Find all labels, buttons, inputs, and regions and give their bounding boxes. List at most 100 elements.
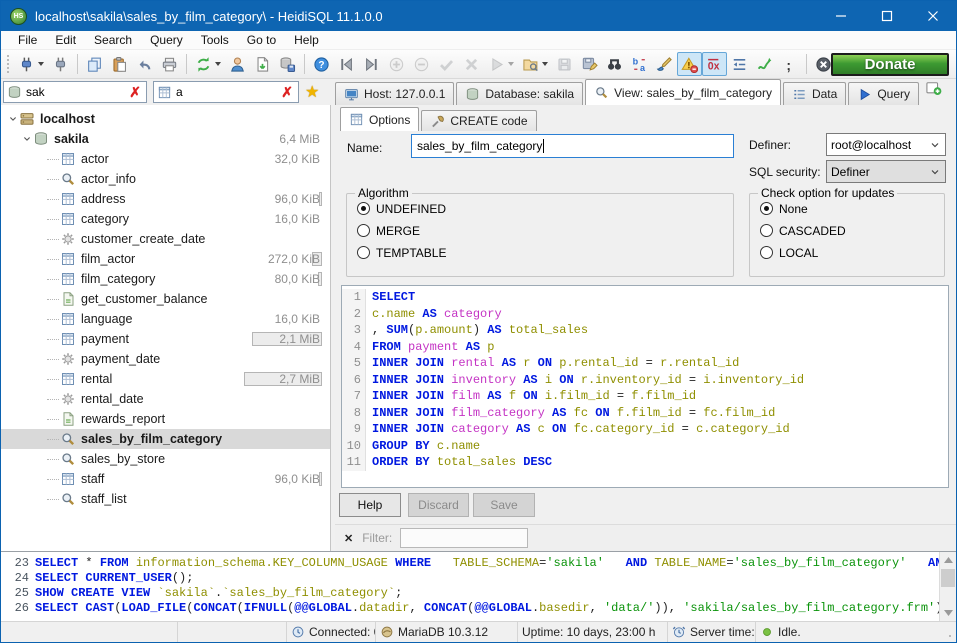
paste-button[interactable] (107, 52, 132, 76)
editor-filter-input[interactable] (400, 528, 528, 548)
menu-query[interactable]: Query (141, 33, 192, 47)
view-name-input[interactable]: sales_by_film_category (411, 134, 734, 158)
tree-item-category[interactable]: category16,0 KiB (1, 209, 330, 229)
radio-button-icon[interactable] (357, 224, 370, 237)
scrollbar-thumb[interactable] (941, 569, 955, 587)
tree-item-payment_date[interactable]: payment_date (1, 349, 330, 369)
disconnect-button[interactable] (48, 52, 73, 76)
radio-button-icon[interactable] (760, 224, 773, 237)
maximize-button[interactable] (864, 1, 910, 31)
menu-tools[interactable]: Tools (192, 33, 238, 47)
tree-item-get_customer_balance[interactable]: get_customer_balance (1, 289, 330, 309)
expand-chevron-icon[interactable] (21, 133, 33, 145)
print-button[interactable] (157, 52, 182, 76)
dropdown-caret-icon[interactable] (542, 62, 548, 66)
minimize-button[interactable] (818, 1, 864, 31)
discard-button[interactable]: Discard (408, 493, 469, 517)
save-button[interactable] (552, 52, 577, 76)
connection-lines-button[interactable] (752, 52, 777, 76)
export-file-button[interactable] (250, 52, 275, 76)
sql-security-combobox[interactable]: Definer (826, 160, 946, 183)
session-manager-button[interactable] (14, 52, 48, 76)
dropdown-caret-icon[interactable] (38, 62, 44, 66)
scroll-down-icon[interactable] (940, 605, 956, 621)
check-option-radio-none[interactable]: None (760, 201, 944, 216)
expand-chevron-icon[interactable] (7, 113, 19, 125)
copy-button[interactable] (82, 52, 107, 76)
radio-button-icon[interactable] (760, 246, 773, 259)
tree-item-localhost[interactable]: localhost (1, 109, 330, 129)
menu-file[interactable]: File (9, 33, 46, 47)
tree-item-sales_by_store[interactable]: sales_by_store (1, 449, 330, 469)
remove-record-button[interactable] (409, 52, 434, 76)
tree-item-payment[interactable]: payment2,1 MiB (1, 329, 330, 349)
tree-item-rewards_report[interactable]: rewards_report (1, 409, 330, 429)
dropdown-caret-icon[interactable] (215, 62, 221, 66)
undo-button[interactable] (132, 52, 157, 76)
save-button[interactable]: Save (473, 493, 535, 517)
cancel-changes-button[interactable] (459, 52, 484, 76)
tab-view-sales-by-film-category[interactable]: View: sales_by_film_category (585, 79, 781, 105)
tree-item-customer_create_date[interactable]: customer_create_date (1, 229, 330, 249)
tab-query[interactable]: Query (848, 82, 919, 105)
radio-button-icon[interactable] (357, 202, 370, 215)
check-option-radio-local[interactable]: LOCAL (760, 245, 944, 260)
tree-item-film_category[interactable]: film_category80,0 KiB (1, 269, 330, 289)
algorithm-radio-temptable[interactable]: TEMPTABLE (357, 245, 733, 260)
favorites-star-icon[interactable]: ★ (305, 82, 319, 102)
database-filter-input[interactable]: sak ✗ (3, 81, 147, 103)
tree-item-rental[interactable]: rental2,7 MiB (1, 369, 330, 389)
tree-item-language[interactable]: language16,0 KiB (1, 309, 330, 329)
hex-view-button[interactable]: 0x (702, 52, 727, 76)
dropdown-caret-icon[interactable] (508, 62, 514, 66)
menu-help[interactable]: Help (285, 33, 328, 47)
semicolon-button[interactable]: ; (777, 52, 802, 76)
menu-go-to[interactable]: Go to (238, 33, 285, 47)
clear-table-filter-icon[interactable]: ✗ (279, 85, 295, 99)
add-record-button[interactable] (384, 52, 409, 76)
replace-button[interactable]: ba (627, 52, 652, 76)
tree-item-staff_list[interactable]: staff_list (1, 489, 330, 509)
find-button[interactable] (602, 52, 627, 76)
tree-item-actor_info[interactable]: actor_info (1, 169, 330, 189)
scroll-up-icon[interactable] (940, 552, 956, 568)
definer-combobox[interactable]: root@localhost (826, 133, 946, 156)
resize-grip[interactable] (942, 622, 956, 642)
warnings-button[interactable] (677, 52, 702, 76)
first-record-button[interactable] (334, 52, 359, 76)
indent-button[interactable] (727, 52, 752, 76)
help-button[interactable]: Help (339, 493, 401, 517)
tree-item-address[interactable]: address96,0 KiB (1, 189, 330, 209)
reformat-brush-button[interactable] (652, 52, 677, 76)
tree-item-sakila[interactable]: sakila6,4 MiB (1, 129, 330, 149)
tree-item-sales_by_film_category[interactable]: sales_by_film_category (1, 429, 330, 449)
tab-database-sakila[interactable]: Database: sakila (456, 82, 583, 105)
table-filter-input[interactable]: a ✗ (153, 81, 299, 103)
algorithm-radio-undefined[interactable]: UNDEFINED (357, 201, 733, 216)
tree-item-actor[interactable]: actor32,0 KiB (1, 149, 330, 169)
sql-log-panel[interactable]: 23SELECT * FROM information_schema.KEY_C… (1, 551, 956, 621)
add-query-tab-button[interactable] (925, 79, 942, 101)
tree-item-staff[interactable]: staff96,0 KiB (1, 469, 330, 489)
check-option-radio-cascaded[interactable]: CASCADED (760, 223, 944, 238)
close-button[interactable] (910, 1, 956, 31)
run-query-button[interactable] (484, 52, 518, 76)
tree-item-rental_date[interactable]: rental_date (1, 389, 330, 409)
radio-button-icon[interactable] (357, 246, 370, 259)
help-button[interactable]: ? (309, 52, 334, 76)
apply-changes-button[interactable] (434, 52, 459, 76)
clear-database-filter-icon[interactable]: ✗ (127, 85, 143, 99)
last-record-button[interactable] (359, 52, 384, 76)
view-sql-editor[interactable]: 1SELECT2c.name AS category3, SUM(p.amoun… (341, 285, 949, 488)
tab-data[interactable]: Data (783, 82, 846, 105)
algorithm-radio-merge[interactable]: MERGE (357, 223, 733, 238)
log-scrollbar[interactable] (939, 552, 956, 621)
save-as-button[interactable] (577, 52, 602, 76)
open-file-button[interactable] (518, 52, 552, 76)
radio-button-icon[interactable] (760, 202, 773, 215)
menu-search[interactable]: Search (85, 33, 141, 47)
user-manager-button[interactable] (225, 52, 250, 76)
menu-edit[interactable]: Edit (46, 33, 85, 47)
tab-host-127-0-0-1[interactable]: Host: 127.0.0.1 (335, 82, 454, 105)
tree-item-film_actor[interactable]: film_actor272,0 KiB (1, 249, 330, 269)
